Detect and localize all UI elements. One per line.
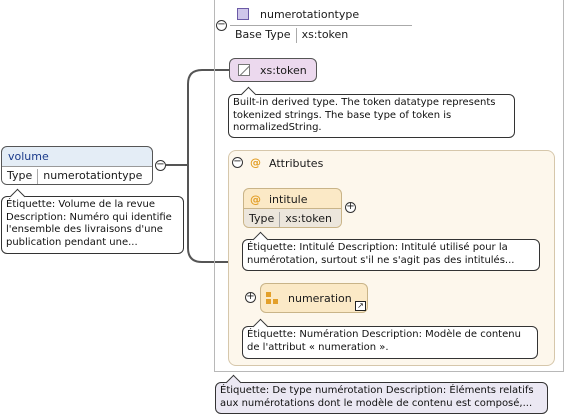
complex-type-header: numerotationtype [236, 6, 436, 24]
simple-type-icon [238, 64, 250, 76]
base-type-value: xs:token [301, 28, 349, 41]
volume-doc: Étiquette: Volume de la revue Descriptio… [1, 188, 184, 254]
intitule-type-label: Type [244, 212, 281, 227]
intitule-doc-text: Étiquette: Intitulé Description: Intitul… [247, 242, 515, 266]
volume-doc-text: Étiquette: Volume de la revue Descriptio… [6, 199, 172, 248]
numeration-attribute[interactable]: numeration ↗ [260, 283, 368, 313]
simple-content-node[interactable]: xs:token [229, 58, 317, 82]
reference-arrow-icon: ↗ [355, 301, 366, 311]
complex-type-doc-text: Étiquette: De type numérotation Descript… [220, 385, 534, 409]
numeration-doc: Étiquette: Numération Description: Modèl… [242, 318, 538, 359]
numeration-name: numeration [288, 292, 352, 305]
complex-type-doc: Étiquette: De type numérotation Descript… [215, 374, 548, 414]
complex-type-icon [237, 8, 249, 20]
intitule-attribute[interactable]: @ intitule Type xs:token [243, 188, 342, 228]
volume-collapse-icon[interactable]: − [155, 160, 166, 171]
volume-type-row: Type numerotationtype [2, 166, 152, 184]
intitule-type-value: xs:token [285, 212, 332, 225]
attributes-collapse-icon[interactable]: − [232, 157, 243, 168]
volume-type-label: Type [2, 169, 39, 184]
intitule-at-icon: @ [250, 193, 261, 206]
simple-content-doc: Built-in derived type. The token datatyp… [228, 86, 515, 138]
simple-content-doc-text: Built-in derived type. The token datatyp… [233, 97, 496, 133]
attributes-title: Attributes [269, 157, 324, 170]
volume-type-value: numerotationtype [43, 169, 143, 182]
attributes-at-icon: @ [250, 156, 261, 169]
complex-type-name: numerotationtype [260, 8, 360, 21]
intitule-doc: Étiquette: Intitulé Description: Intitul… [242, 231, 540, 271]
volume-name: volume [8, 150, 49, 163]
volume-element[interactable]: volume Type numerotationtype [1, 146, 153, 185]
intitule-expand-icon[interactable]: + [345, 202, 356, 213]
attribute-group-icon [266, 292, 280, 306]
base-type-label: Base Type [230, 28, 297, 43]
intitule-name: intitule [269, 193, 308, 206]
simple-content-name: xs:token [260, 64, 307, 77]
numeration-expand-icon[interactable]: + [245, 292, 256, 303]
numeration-doc-text: Étiquette: Numération Description: Modèl… [247, 329, 521, 353]
intitule-type-row: Type xs:token [244, 208, 341, 227]
complex-type-base-row: Base Type xs:token [230, 25, 412, 43]
complex-type-collapse-icon[interactable]: − [216, 20, 227, 31]
